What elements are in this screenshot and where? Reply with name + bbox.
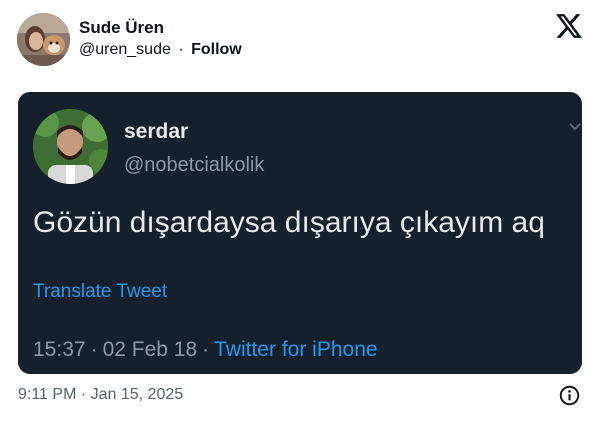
embedded-tweet-meta: 15:37 · 02 Feb 18 · Twitter for iPhone [33,338,378,362]
follow-button[interactable]: Follow [191,41,242,58]
embedded-tweet-text: Gözün dışardaysa dışarıya çıkayım aq [33,206,545,239]
embedded-avatar [33,109,108,184]
embedded-author-handle: @nobetcialkolik [124,154,265,176]
x-logo-icon[interactable] [556,14,582,38]
embedded-time: 15:37 [33,338,86,361]
separator: · [178,41,184,58]
author-avatar[interactable] [17,13,70,66]
embedded-avatar-image [33,109,108,184]
embedded-author-name: serdar [124,120,189,143]
separator: · [90,338,98,361]
embedded-source: Twitter for iPhone [214,338,378,361]
author-avatar-image [17,13,70,66]
separator: · [202,338,210,361]
translate-tweet-link: Translate Tweet [33,281,168,302]
embedded-date: 02 Feb 18 [102,338,198,361]
author-handle-line: @uren_sude · Follow [79,41,242,59]
author-name[interactable]: Sude Üren [79,18,164,38]
chevron-down-icon [569,123,581,131]
embedded-tweet-image: serdar @nobetcialkolik Gözün dışardaysa … [18,92,582,374]
author-handle[interactable]: @uren_sude [79,41,171,58]
info-icon[interactable] [559,385,580,406]
post-timestamp[interactable]: 9:11 PM · Jan 15, 2025 [18,386,183,404]
